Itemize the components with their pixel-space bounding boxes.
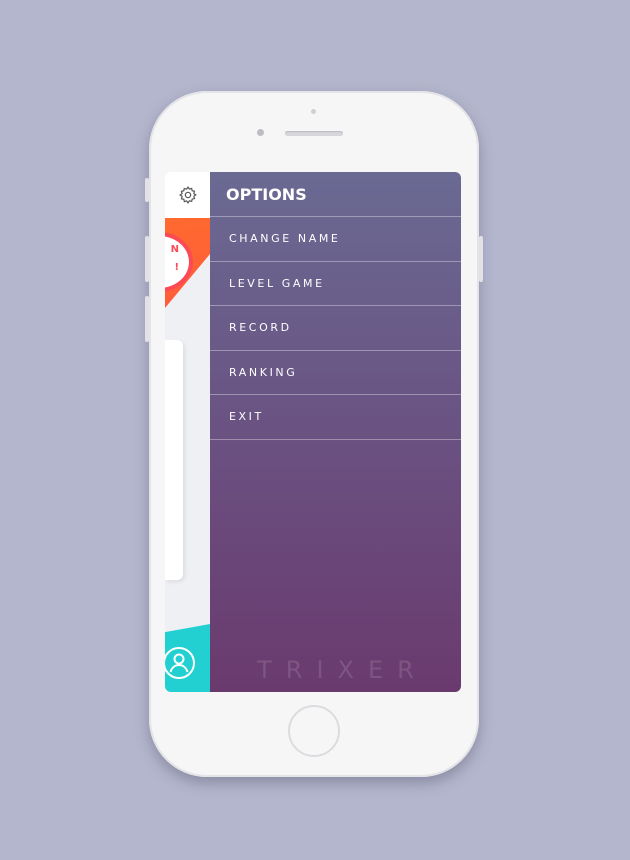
menu-item-level-game[interactable]: LEVEL GAME (210, 262, 461, 306)
menu-item-exit[interactable]: EXIT (210, 395, 461, 440)
game-card (165, 340, 183, 580)
gear-icon (178, 186, 197, 204)
volume-down-button (145, 296, 149, 342)
menu-title: OPTIONS (210, 172, 461, 217)
volume-up-button (145, 236, 149, 282)
mute-switch (145, 178, 149, 202)
options-menu: OPTIONS CHANGE NAME LEVEL GAME RECORD RA… (210, 172, 461, 692)
menu-item-ranking[interactable]: RANKING (210, 351, 461, 395)
brand-logo: TRIXER (257, 656, 428, 684)
app-screen: N! OPTIONS CHANGE NAME LEVEL GAME RECORD… (165, 172, 461, 692)
power-button (479, 236, 483, 282)
speaker (285, 131, 343, 136)
home-button[interactable] (288, 705, 340, 757)
user-icon[interactable] (165, 645, 197, 681)
settings-button[interactable] (165, 172, 210, 218)
front-camera (311, 109, 316, 114)
menu-item-record[interactable]: RECORD (210, 306, 461, 351)
menu-item-change-name[interactable]: CHANGE NAME (210, 217, 461, 262)
sensor (257, 129, 264, 136)
